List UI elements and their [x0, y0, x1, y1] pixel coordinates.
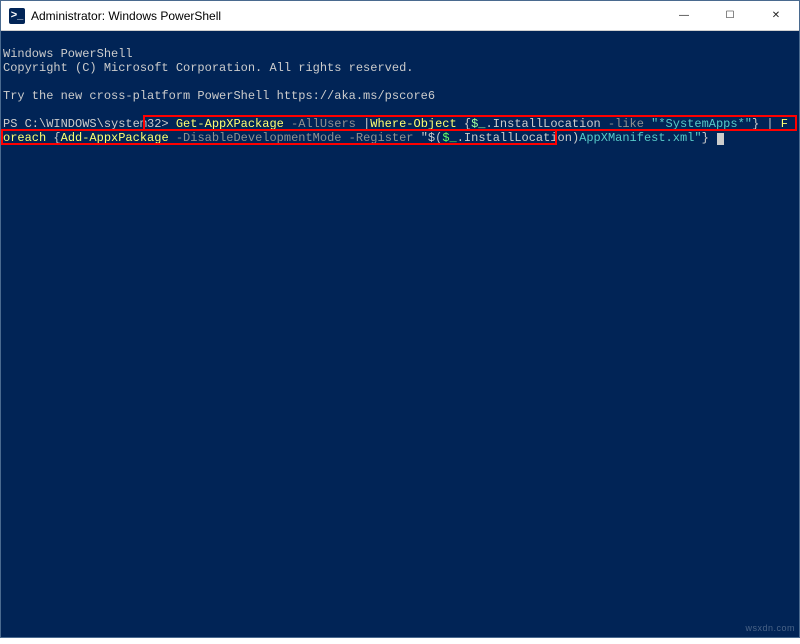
banner-line: Copyright (C) Microsoft Corporation. All… — [3, 61, 413, 75]
powershell-window: >_ Administrator: Windows PowerShell — ☐… — [0, 0, 800, 638]
cmd-token: .InstallLocation — [457, 131, 572, 145]
cmd-token: Get-AppXPackage — [176, 117, 284, 131]
prompt: PS C:\WINDOWS\system32> — [3, 117, 176, 131]
banner-line: Try the new cross-platform PowerShell ht… — [3, 89, 435, 103]
close-button[interactable]: ✕ — [753, 1, 799, 30]
cmd-token: } — [702, 131, 709, 145]
cmd-token: $_ — [442, 131, 456, 145]
app-icon: >_ — [9, 8, 25, 24]
command-line: PS C:\WINDOWS\system32> Get-AppXPackage … — [3, 117, 788, 145]
cmd-token: "*SystemApps*" — [651, 117, 752, 131]
window-title: Administrator: Windows PowerShell — [31, 9, 221, 23]
cmd-token: -AllUsers — [284, 117, 363, 131]
cmd-token: .InstallLocation — [486, 117, 601, 131]
titlebar[interactable]: >_ Administrator: Windows PowerShell — ☐… — [1, 1, 799, 31]
cmd-token: { — [53, 131, 60, 145]
cmd-token: -like — [601, 117, 651, 131]
cmd-token: | — [759, 117, 781, 131]
cmd-token: Add-AppxPackage — [61, 131, 169, 145]
terminal-area[interactable]: Windows PowerShell Copyright (C) Microso… — [1, 31, 799, 637]
window-controls: — ☐ ✕ — [661, 1, 799, 30]
cmd-token: "$( — [421, 131, 443, 145]
cmd-token: Where-Object — [370, 117, 464, 131]
cmd-token: -DisableDevelopmentMode -Register — [169, 131, 421, 145]
banner-line: Windows PowerShell — [3, 47, 133, 61]
cmd-token: AppXManifest.xml" — [579, 131, 701, 145]
minimize-button[interactable]: — — [661, 1, 707, 30]
maximize-button[interactable]: ☐ — [707, 1, 753, 30]
cursor — [717, 133, 724, 145]
cmd-token: $_ — [471, 117, 485, 131]
watermark: wsxdn.com — [745, 621, 795, 635]
